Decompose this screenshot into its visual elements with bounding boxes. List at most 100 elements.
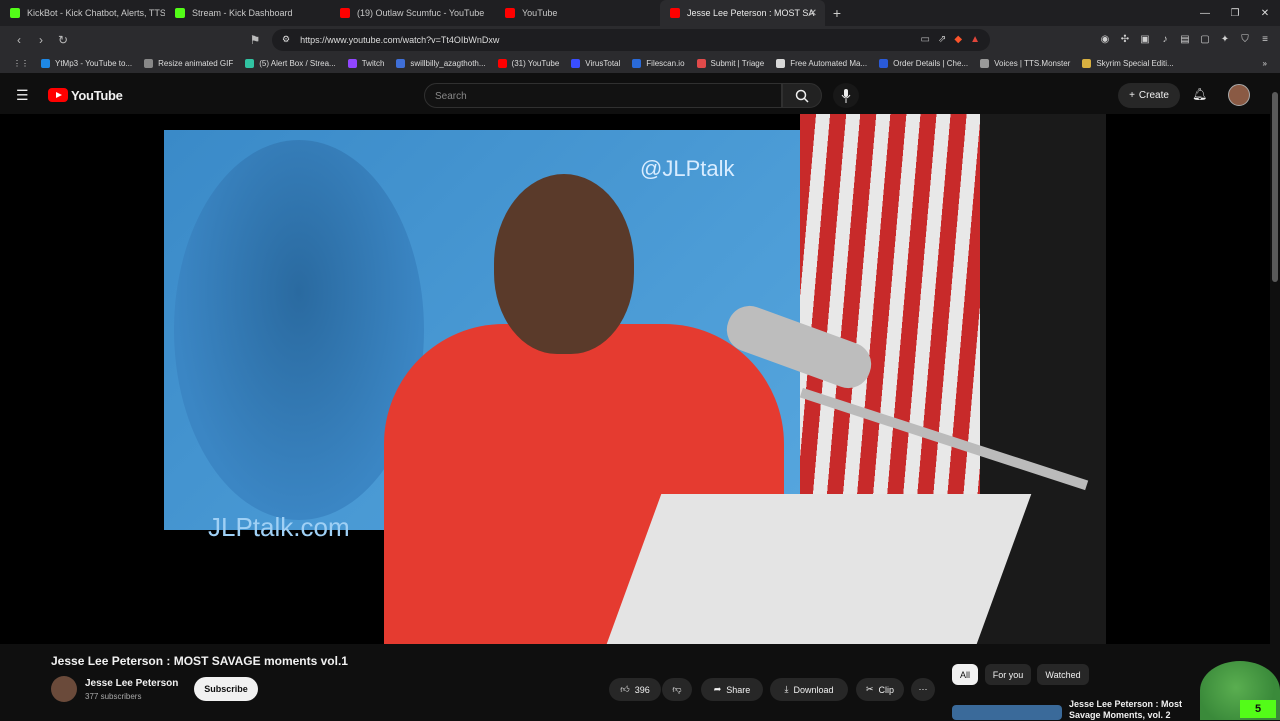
subscribe-button[interactable]: Subscribe [194, 677, 258, 701]
account-avatar[interactable] [1228, 84, 1250, 106]
bookmark-item[interactable]: Skyrim Special Editi... [1077, 58, 1178, 68]
close-window-icon[interactable]: ✕ [1250, 8, 1280, 19]
tab-current-video[interactable]: Jesse Lee Peterson : MOST SA ✕ [660, 0, 825, 26]
video-frame: @JLPtalk JLPtalk.com [164, 114, 1106, 644]
window-controls: — ❐ ✕ [1190, 8, 1280, 19]
more-bookmarks-icon[interactable]: » [1258, 59, 1272, 68]
clip-label: Clip [878, 684, 895, 695]
bookmark-favicon [879, 58, 889, 68]
video-title: Jesse Lee Peterson : MOST SAVAGE moments… [51, 654, 348, 668]
recommended-title[interactable]: Jesse Lee Peterson : Most Savage Moments… [1069, 699, 1189, 721]
bookmark-favicon [571, 58, 581, 68]
bookmark-icon[interactable]: ⚑ [244, 29, 266, 51]
kick-icon [175, 8, 185, 18]
apps-icon[interactable]: ⋮⋮ [8, 59, 34, 68]
chip-watched[interactable]: Watched [1037, 664, 1089, 685]
menu-icon[interactable]: ≡ [1258, 33, 1272, 47]
address-bar[interactable]: ⚙ https://www.youtube.com/watch?v=Tt4OIb… [272, 28, 990, 51]
video-info-panel: Jesse Lee Peterson : MOST SAVAGE moments… [0, 644, 1280, 720]
page-scrollbar[interactable] [1270, 74, 1280, 720]
bookmark-item[interactable]: VirusTotal [566, 58, 625, 68]
extension-icon[interactable]: ▣ [1138, 33, 1152, 47]
forward-icon[interactable]: › [30, 29, 52, 51]
bookmark-item[interactable]: swillbilly_azagthoth... [391, 58, 490, 68]
bookmark-item[interactable]: Twitch [343, 58, 390, 68]
tab-youtube[interactable]: YouTube [495, 0, 660, 26]
hamburger-menu-icon[interactable]: ☰ [16, 87, 34, 104]
share-page-icon[interactable]: ⇗ [938, 34, 946, 45]
tab-outlaw-youtube[interactable]: (19) Outlaw Scumfuc - YouTube [330, 0, 495, 26]
bookmark-item[interactable]: YtMp3 - YouTube to... [36, 58, 137, 68]
bookmark-favicon [980, 58, 990, 68]
kick-icon [10, 8, 20, 18]
share-icon: ➦ [713, 684, 722, 694]
bookmark-favicon [1082, 58, 1092, 68]
cast-icon[interactable]: ▭ [921, 34, 930, 45]
youtube-icon [340, 8, 350, 18]
chip-all[interactable]: All [952, 664, 978, 685]
rewards-icon[interactable]: ▲ [970, 34, 980, 45]
download-icon: ⤓ [784, 684, 789, 694]
channel-name[interactable]: Jesse Lee Peterson [85, 678, 178, 689]
bookmark-item[interactable]: Submit | Triage [692, 58, 770, 68]
create-button[interactable]: + Create [1118, 83, 1180, 108]
bookmark-item[interactable]: Free Automated Ma... [771, 58, 872, 68]
tab-label: Stream - Kick Dashboard [192, 8, 293, 18]
voice-search-button[interactable] [833, 83, 859, 108]
maximize-icon[interactable]: ❐ [1220, 8, 1250, 19]
bookmarks-bar: ⋮⋮ YtMp3 - YouTube to... Resize animated… [0, 53, 1280, 73]
vpn-icon[interactable]: ⛉ [1238, 33, 1252, 47]
tab-kick-dashboard[interactable]: Stream - Kick Dashboard [165, 0, 330, 26]
back-icon[interactable]: ‹ [8, 29, 30, 51]
reload-icon[interactable]: ↻ [52, 29, 74, 51]
wallet-icon[interactable]: ▢ [1198, 33, 1212, 47]
bookmark-item[interactable]: Order Details | Che... [874, 58, 973, 68]
bookmark-favicon [245, 58, 255, 68]
close-tab-icon[interactable]: ✕ [809, 8, 817, 19]
extension-icon[interactable]: ◉ [1098, 33, 1112, 47]
share-label: Share [726, 684, 751, 695]
scrollbar-thumb[interactable] [1272, 92, 1278, 282]
music-icon[interactable]: ♪ [1158, 33, 1172, 47]
bookmark-favicon [396, 58, 406, 68]
new-tab-button[interactable]: + [825, 5, 849, 21]
plus-icon: + [1129, 90, 1135, 101]
youtube-icon [670, 8, 680, 18]
notifications-bell-icon[interactable]: 🔔︎ [1192, 87, 1207, 101]
tab-kickbot[interactable]: KickBot - Kick Chatbot, Alerts, TTS, C [0, 0, 165, 26]
chip-for-you[interactable]: For you [985, 664, 1031, 685]
thumbs-down-icon: 👎︎ [672, 684, 682, 694]
scissors-icon: ✂ [865, 684, 874, 694]
minimize-icon[interactable]: — [1190, 8, 1220, 19]
create-label: Create [1138, 90, 1169, 101]
bookmark-item[interactable]: Voices | TTS.Monster [975, 58, 1075, 68]
search-input[interactable]: Search [424, 83, 782, 108]
youtube-logo[interactable]: YouTube [48, 88, 123, 103]
puzzle-icon[interactable]: ✣ [1118, 33, 1132, 47]
logo-text: YouTube [71, 87, 123, 103]
subscriber-count: 377 subscribers [85, 692, 142, 701]
bookmark-favicon [347, 58, 357, 68]
search-button[interactable] [782, 83, 822, 108]
bookmark-favicon [497, 58, 507, 68]
download-button[interactable]: ⤓ Download [770, 678, 848, 701]
dislike-button[interactable]: 👎︎ [662, 678, 692, 701]
leo-icon[interactable]: ✦ [1218, 33, 1232, 47]
brave-shield-icon[interactable]: ◆ [954, 34, 962, 45]
bookmark-item[interactable]: (31) YouTube [493, 58, 565, 68]
thumbs-up-icon: 👍︎ [620, 684, 630, 694]
recommended-thumbnail[interactable] [952, 705, 1062, 720]
bookmark-item[interactable]: Filescan.io [627, 58, 689, 68]
like-button[interactable]: 👍︎ 396 [609, 678, 661, 701]
bookmark-favicon [632, 58, 642, 68]
bookmark-item[interactable]: (5) Alert Box / Strea... [240, 58, 340, 68]
share-button[interactable]: ➦ Share [701, 678, 763, 701]
channel-avatar[interactable] [51, 676, 77, 702]
bookmark-item[interactable]: Resize animated GIF [139, 58, 238, 68]
clip-button[interactable]: ✂ Clip [856, 678, 904, 701]
video-player[interactable]: @JLPtalk JLPtalk.com [0, 114, 1270, 644]
sidebar-icon[interactable]: ▤ [1178, 33, 1192, 47]
site-info-icon[interactable]: ⚙ [282, 34, 290, 45]
tab-label: Jesse Lee Peterson : MOST SA [687, 8, 815, 18]
more-actions-button[interactable]: ⋯ [911, 678, 935, 701]
